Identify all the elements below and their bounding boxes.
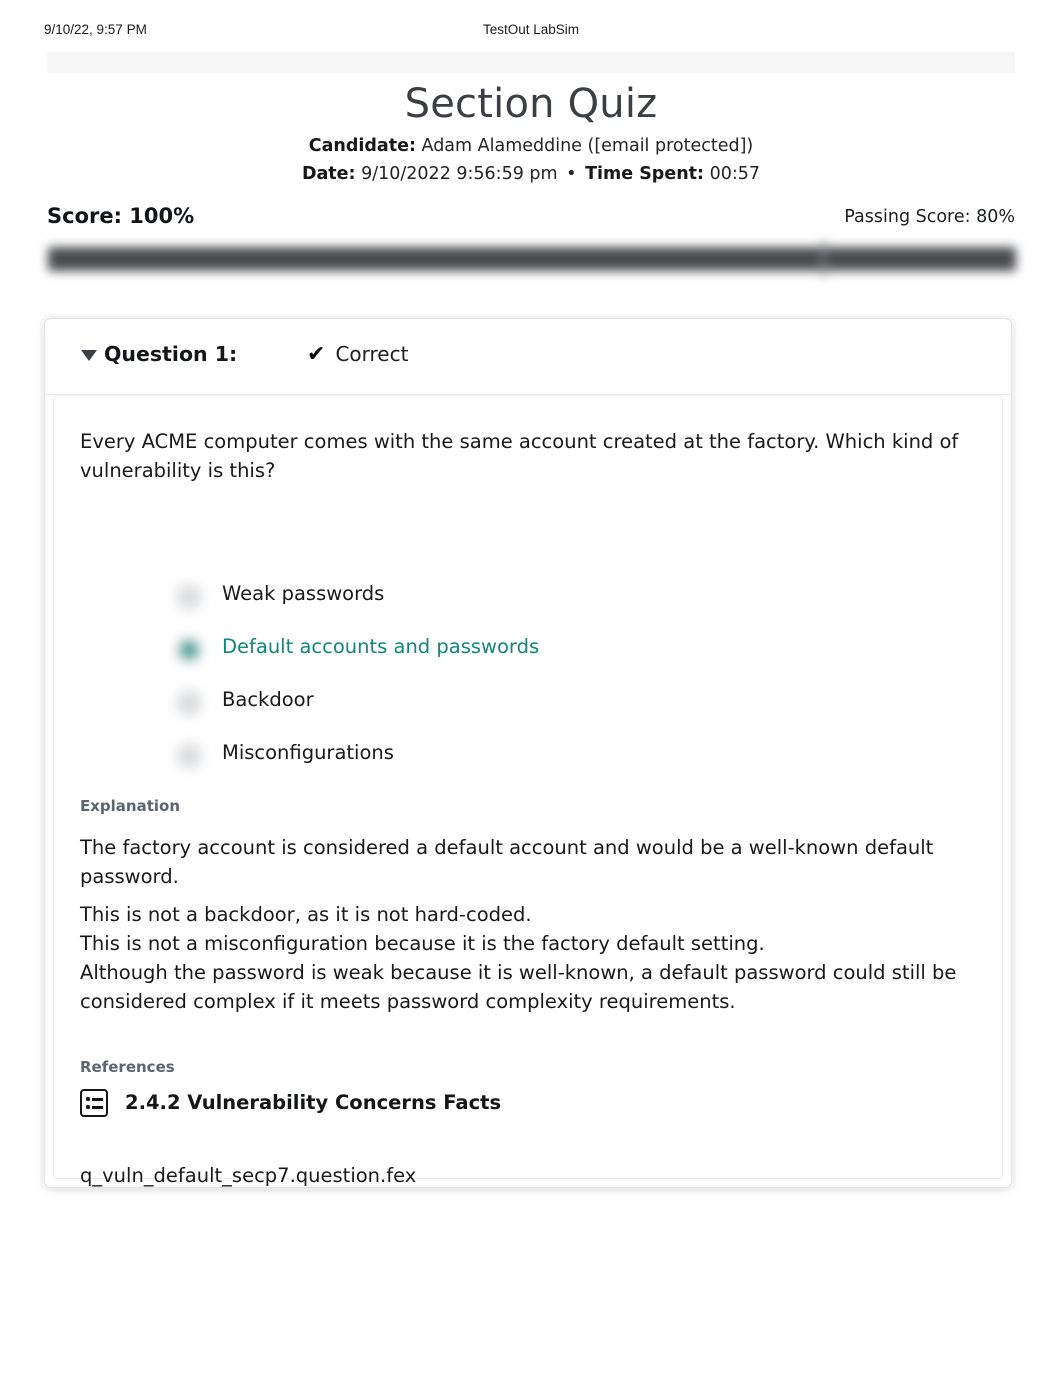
answer-option-4[interactable]: Misconfigurations xyxy=(80,733,960,786)
question-body: Every ACME computer comes with the same … xyxy=(53,395,1003,1187)
score-progress-fill xyxy=(48,247,1016,271)
question-number-label: Question 1: xyxy=(104,342,238,366)
score-summary-row: Score: 100% Passing Score: 80% xyxy=(47,203,1015,229)
radio-icon-selected[interactable] xyxy=(176,637,202,663)
answer-option-3[interactable]: Backdoor xyxy=(80,680,960,733)
score-value: Score: 100% xyxy=(47,204,195,228)
date-label: Date: xyxy=(301,164,356,184)
answer-options-list: Weak passwords Default accounts and pass… xyxy=(80,574,960,786)
radio-icon[interactable] xyxy=(176,584,202,610)
answer-option-2[interactable]: Default accounts and passwords xyxy=(80,627,960,680)
passing-score-value: Passing Score: 80% xyxy=(844,207,1015,227)
passing-score-marker xyxy=(822,241,825,277)
candidate-value: Adam Alameddine ([email protected]) xyxy=(421,136,754,156)
chevron-down-icon[interactable] xyxy=(81,350,97,361)
answer-option-label: Misconfigurations xyxy=(222,741,394,764)
header-divider-band xyxy=(47,52,1015,73)
question-prompt: Every ACME computer comes with the same … xyxy=(80,430,959,482)
radio-icon[interactable] xyxy=(176,690,202,716)
question-card: Question 1: ✔ Correct Every ACME computer… xyxy=(44,318,1012,1188)
page-title: Section Quiz xyxy=(404,81,658,127)
question-filename: q_vuln_default_secp7.question.fex xyxy=(80,1164,417,1187)
time-spent-value: 00:57 xyxy=(709,164,761,184)
date-time-line: Date: 9/10/2022 9:56:59 pm • Time Spent:… xyxy=(0,162,1062,187)
answer-option-label: Weak passwords xyxy=(222,582,385,605)
meta-separator: • xyxy=(566,164,577,184)
score-progress-bar-blur xyxy=(36,237,1028,281)
question-status-label: Correct xyxy=(335,342,409,366)
candidate-label: Candidate: xyxy=(308,136,416,156)
answer-option-label: Default accounts and passwords xyxy=(222,635,540,658)
candidate-line: Candidate: Adam Alameddine ([email prote… xyxy=(0,134,1062,159)
references-heading: References xyxy=(80,1058,175,1076)
print-header: 9/10/22, 9:57 PM TestOut LabSim xyxy=(0,22,1062,40)
print-header-app-name: TestOut LabSim xyxy=(482,22,580,37)
check-icon: ✔ xyxy=(307,342,326,367)
reference-title: 2.4.2 Vulnerability Concerns Facts xyxy=(125,1091,502,1114)
score-progress-bar xyxy=(36,237,1028,281)
time-spent-label: Time Spent: xyxy=(585,164,705,184)
explanation-paragraph-2: This is not a backdoor, as it is not har… xyxy=(80,903,957,1013)
date-value: 9/10/2022 9:56:59 pm xyxy=(361,164,558,184)
list-box-icon xyxy=(80,1089,108,1117)
answer-option-1[interactable]: Weak passwords xyxy=(80,574,960,627)
explanation-heading: Explanation xyxy=(80,797,181,815)
explanation-paragraph-1: The factory account is considered a defa… xyxy=(80,836,934,888)
question-header[interactable]: Question 1: ✔ Correct xyxy=(45,319,1011,395)
question-status: ✔ Correct xyxy=(307,339,408,370)
radio-icon[interactable] xyxy=(176,743,202,769)
answer-option-label: Backdoor xyxy=(222,688,314,711)
